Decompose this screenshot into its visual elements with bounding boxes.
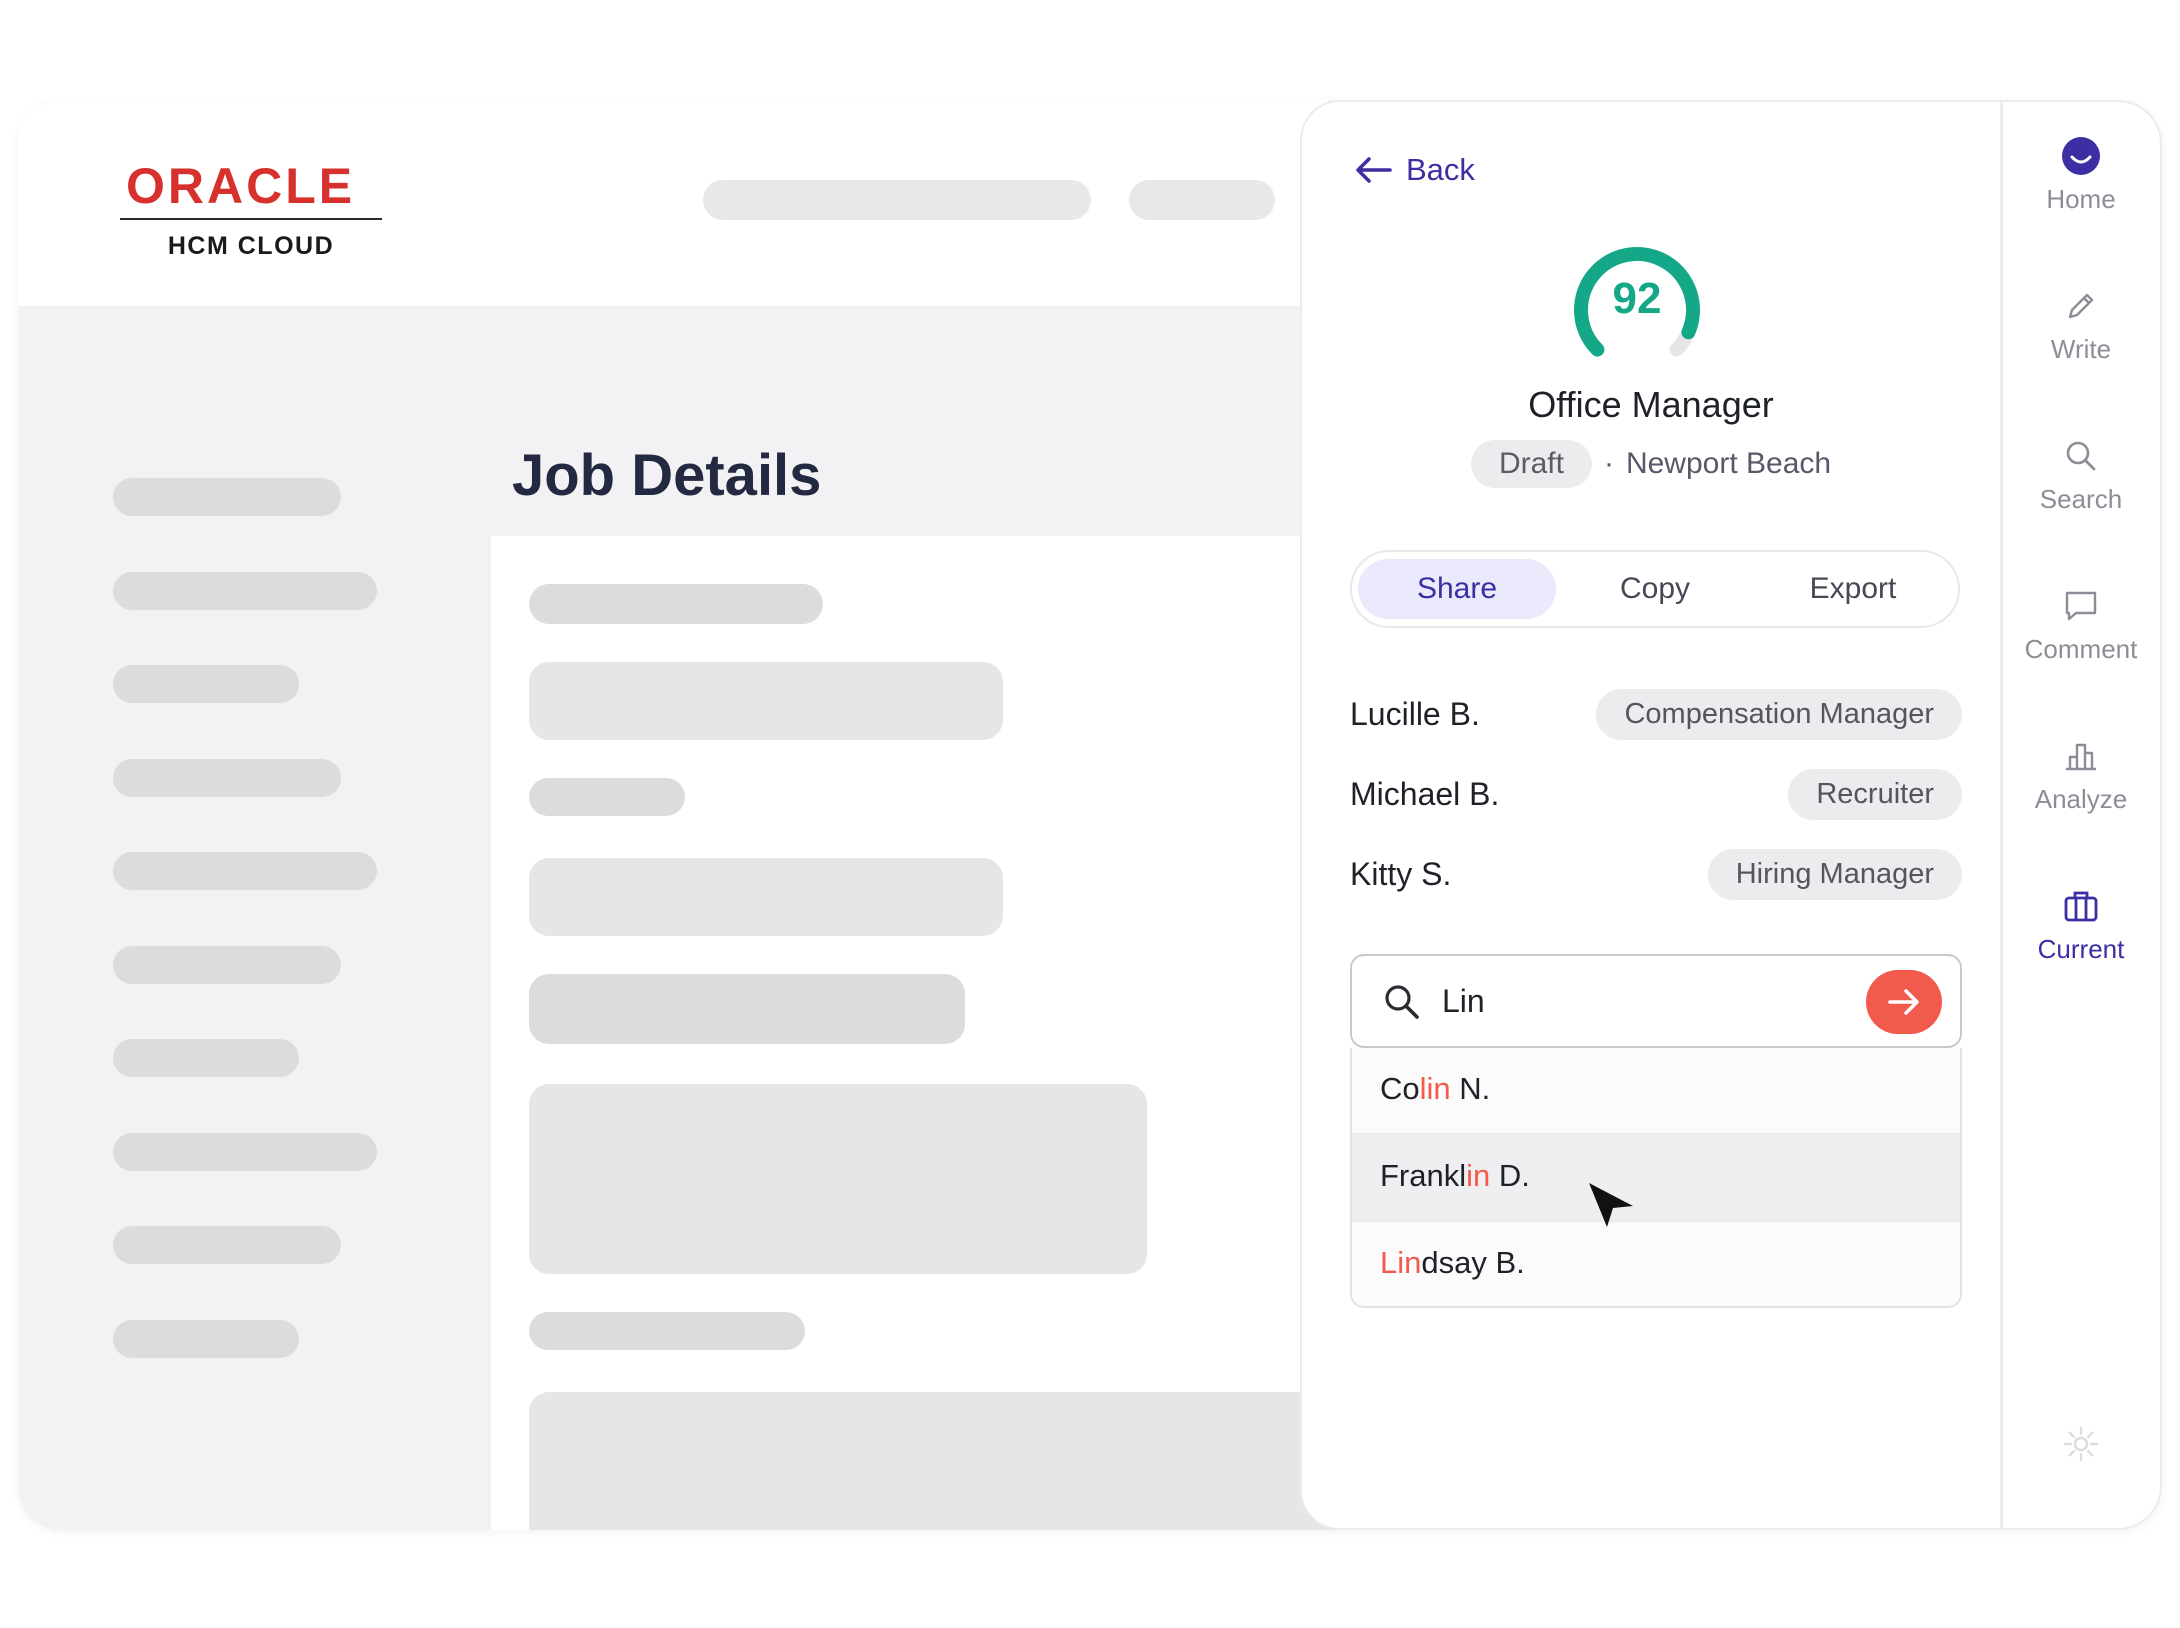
result-text: dsay B. [1421, 1245, 1525, 1280]
back-button[interactable]: Back [1354, 152, 1475, 188]
skeleton-nav-item [113, 1320, 299, 1358]
briefcase-icon [2064, 891, 2098, 922]
skeleton-line [529, 584, 823, 624]
nav-label: Home [2046, 184, 2116, 214]
match-score-gauge: 92 [1569, 244, 1705, 360]
nav-label: Write [2050, 334, 2112, 364]
search-submit-button[interactable] [1866, 970, 1942, 1034]
skeleton-nav-item [113, 478, 341, 516]
person-name: Kitty S. [1350, 856, 1452, 892]
search-result-item[interactable]: Colin N. [1352, 1048, 1960, 1135]
meta-separator: · [1603, 447, 1614, 480]
result-match: lin [1419, 1071, 1451, 1106]
skeleton-nav-item [113, 1039, 299, 1077]
search-icon [1385, 985, 1419, 1019]
match-score: 92 [1612, 274, 1662, 323]
pencil-icon [2068, 293, 2094, 319]
people-search-box [1350, 954, 1962, 1048]
logo-divider [120, 218, 382, 220]
result-text: N. [1450, 1071, 1491, 1106]
search-icon [2066, 441, 2096, 471]
nav-label: Current [2037, 934, 2125, 964]
arrow-right-icon [1888, 989, 1919, 1015]
skeleton-nav-item [113, 572, 377, 610]
mouse-pointer-icon [1589, 1183, 1633, 1227]
comment-icon [2065, 591, 2097, 621]
status-badge: Draft [1470, 440, 1592, 488]
tab-copy[interactable]: Copy [1556, 559, 1754, 619]
role-badge[interactable]: Compensation Manager [1596, 689, 1962, 740]
skeleton-search-bar [703, 180, 1091, 220]
nav-search[interactable]: Search [2003, 436, 2159, 515]
nav-current[interactable]: Current [2003, 886, 2159, 965]
person-row: Kitty S. Hiring Manager [1350, 849, 1962, 900]
result-match: Lin [1380, 1245, 1422, 1280]
job-location: Newport Beach [1625, 447, 1832, 480]
skeleton-block [529, 1392, 1349, 1530]
nav-home[interactable]: Home [2003, 136, 2159, 215]
settings-gear-icon[interactable] [2061, 1424, 2101, 1464]
bar-chart-icon [2066, 743, 2096, 771]
nav-label: Search [2039, 484, 2123, 514]
skeleton-line [529, 778, 685, 816]
skeleton-header-button [1129, 180, 1275, 220]
skeleton-field [529, 858, 1003, 936]
search-result-item[interactable]: Lindsay B. [1352, 1222, 1960, 1306]
arrow-left-icon [1356, 157, 1392, 183]
job-meta: Draft · Newport Beach [1302, 440, 2000, 488]
top-bar: ORACLE HCM CLOUD [18, 100, 1328, 306]
job-assistant-panel: Back 92 Office Manager Draft · Newport B… [1300, 100, 2002, 1530]
back-label: Back [1406, 152, 1475, 187]
role-badge[interactable]: Hiring Manager [1707, 849, 1962, 900]
nav-comment[interactable]: Comment [2003, 586, 2159, 665]
skeleton-line [529, 1312, 805, 1350]
skeleton-nav-item [113, 665, 299, 703]
person-name: Michael B. [1350, 776, 1500, 812]
nav-write[interactable]: Write [2003, 286, 2159, 365]
skeleton-nav-item [113, 1133, 377, 1171]
action-tabs: Share Copy Export [1350, 550, 1960, 628]
skeleton-field [529, 974, 965, 1044]
skeleton-nav-item [113, 759, 341, 797]
person-row: Michael B. Recruiter [1350, 769, 1962, 820]
nav-label: Comment [2024, 634, 2138, 664]
nav-analyze[interactable]: Analyze [2003, 736, 2159, 815]
oracle-logo: ORACLE HCM CLOUD [120, 156, 382, 261]
nav-label: Analyze [2034, 784, 2128, 814]
search-result-item[interactable]: Franklin D. [1352, 1135, 1960, 1222]
tab-export[interactable]: Export [1754, 559, 1952, 619]
result-text: D. [1490, 1158, 1530, 1193]
role-badge[interactable]: Recruiter [1788, 769, 1962, 820]
page-title: Job Details [512, 443, 822, 508]
home-icon [2062, 137, 2100, 175]
skeleton-nav-item [113, 852, 377, 890]
skeleton-nav-item [113, 1226, 341, 1264]
result-match: in [1466, 1158, 1491, 1193]
person-name: Lucille B. [1350, 696, 1480, 732]
person-row: Lucille B. Compensation Manager [1350, 689, 1962, 740]
tab-share[interactable]: Share [1358, 559, 1556, 619]
people-search-input[interactable] [1442, 978, 1862, 1024]
search-results-list: Colin N. Franklin D. Lindsay B. [1350, 1048, 1962, 1308]
job-title: Office Manager [1528, 384, 1774, 425]
side-nav-rail: Home Write Search Comment Analyze Curren… [2002, 100, 2162, 1530]
skeleton-nav-item [113, 946, 341, 984]
logo-subtitle: HCM CLOUD [167, 232, 335, 260]
result-text: Co [1380, 1071, 1420, 1106]
content-card [491, 536, 1349, 1530]
skeleton-block [529, 1084, 1147, 1274]
logo-wordmark: ORACLE [126, 158, 356, 214]
result-text: Frankl [1380, 1158, 1467, 1193]
skeleton-field [529, 662, 1003, 740]
